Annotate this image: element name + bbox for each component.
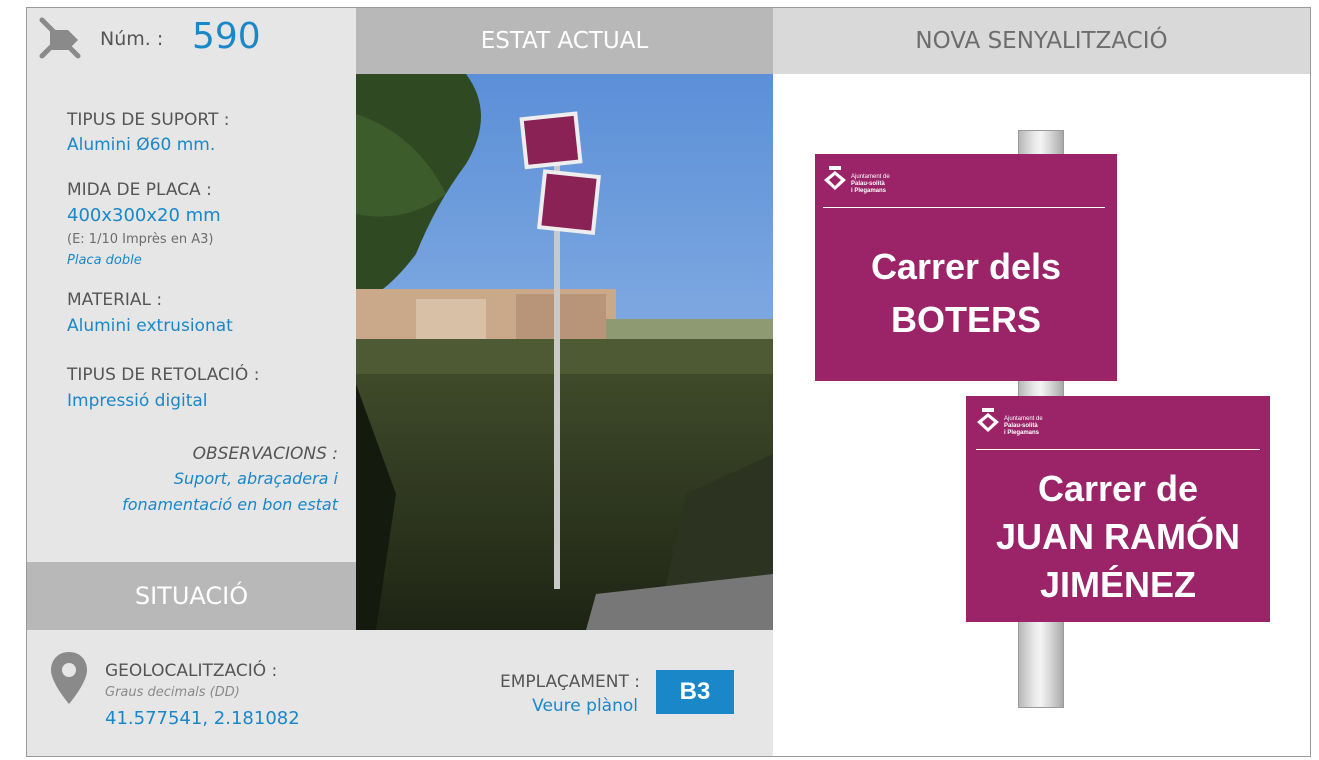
num-label: Núm. : (100, 28, 164, 50)
observacions-line1: Suport, abraçadera i (173, 469, 338, 488)
coat-of-arms-icon (976, 408, 1000, 434)
emplacament-label: EMPLAÇAMENT : (500, 672, 640, 692)
mida-placa-value: 400x300x20 mm (67, 205, 221, 226)
sign-top-line1: Carrer dels (870, 246, 1062, 287)
sign-bottom-line2: JUAN RAMÓN (995, 516, 1240, 557)
map-pin-icon (48, 650, 90, 706)
material-label: MATERIAL : (67, 290, 163, 310)
sign-divider (823, 207, 1105, 208)
mida-placa-escala: (E: 1/10 Imprès en A3) (67, 232, 214, 247)
sign-top: Ajuntament de Palau-solità i Plegamans C… (815, 154, 1117, 381)
logo-line1: Ajuntament de (1004, 416, 1043, 422)
tipus-suport-value: Alumini Ø60 mm. (67, 135, 216, 155)
logo-line2: Palau-solità (851, 181, 885, 187)
current-state-photo (356, 74, 773, 630)
estat-actual-header: ESTAT ACTUAL (356, 8, 773, 74)
mida-placa-label: MIDA DE PLACA : (67, 180, 212, 200)
emplacament-code-badge[interactable]: B3 (656, 670, 734, 714)
nova-senyalitzacio-header: NOVA SENYALITZACIÓ (773, 8, 1310, 74)
logo-line1: Ajuntament de (851, 174, 890, 180)
sign-divider (976, 449, 1260, 450)
retolacio-label: TIPUS DE RETOLACIÓ : (67, 365, 260, 385)
logo-line2: Palau-solità (1004, 423, 1038, 429)
geo-label: GEOLOCALITZACIÓ : (105, 661, 278, 681)
sign-pointer-icon (38, 16, 82, 60)
num-value: 590 (192, 16, 261, 57)
situacio-header: SITUACIÓ (27, 562, 356, 630)
sign-bottom-line3: JIMÉNEZ (1039, 564, 1197, 605)
observacions-label: OBSERVACIONS : (192, 444, 338, 464)
sign-bottom-line1: Carrer de (1037, 468, 1199, 509)
retolacio-value: Impressió digital (67, 391, 208, 411)
observacions-line2: fonamentació en bon estat (122, 495, 338, 514)
geo-coords: 41.577541, 2.181082 (105, 708, 300, 729)
sign-top-line2: BOTERS (890, 299, 1041, 340)
emplacament-link[interactable]: Veure plànol (420, 696, 638, 716)
logo-line3: i Plegamans (1004, 430, 1040, 436)
geo-format: Graus decimals (DD) (105, 685, 240, 700)
mida-placa-tipus: Placa doble (67, 253, 142, 268)
material-value: Alumini extrusionat (67, 316, 233, 336)
logo-line3: i Plegamans (851, 188, 887, 194)
tipus-suport-label: TIPUS DE SUPORT : (67, 110, 230, 130)
coat-of-arms-icon (823, 166, 847, 192)
sign-bottom: Ajuntament de Palau-solità i Plegamans C… (966, 396, 1270, 622)
